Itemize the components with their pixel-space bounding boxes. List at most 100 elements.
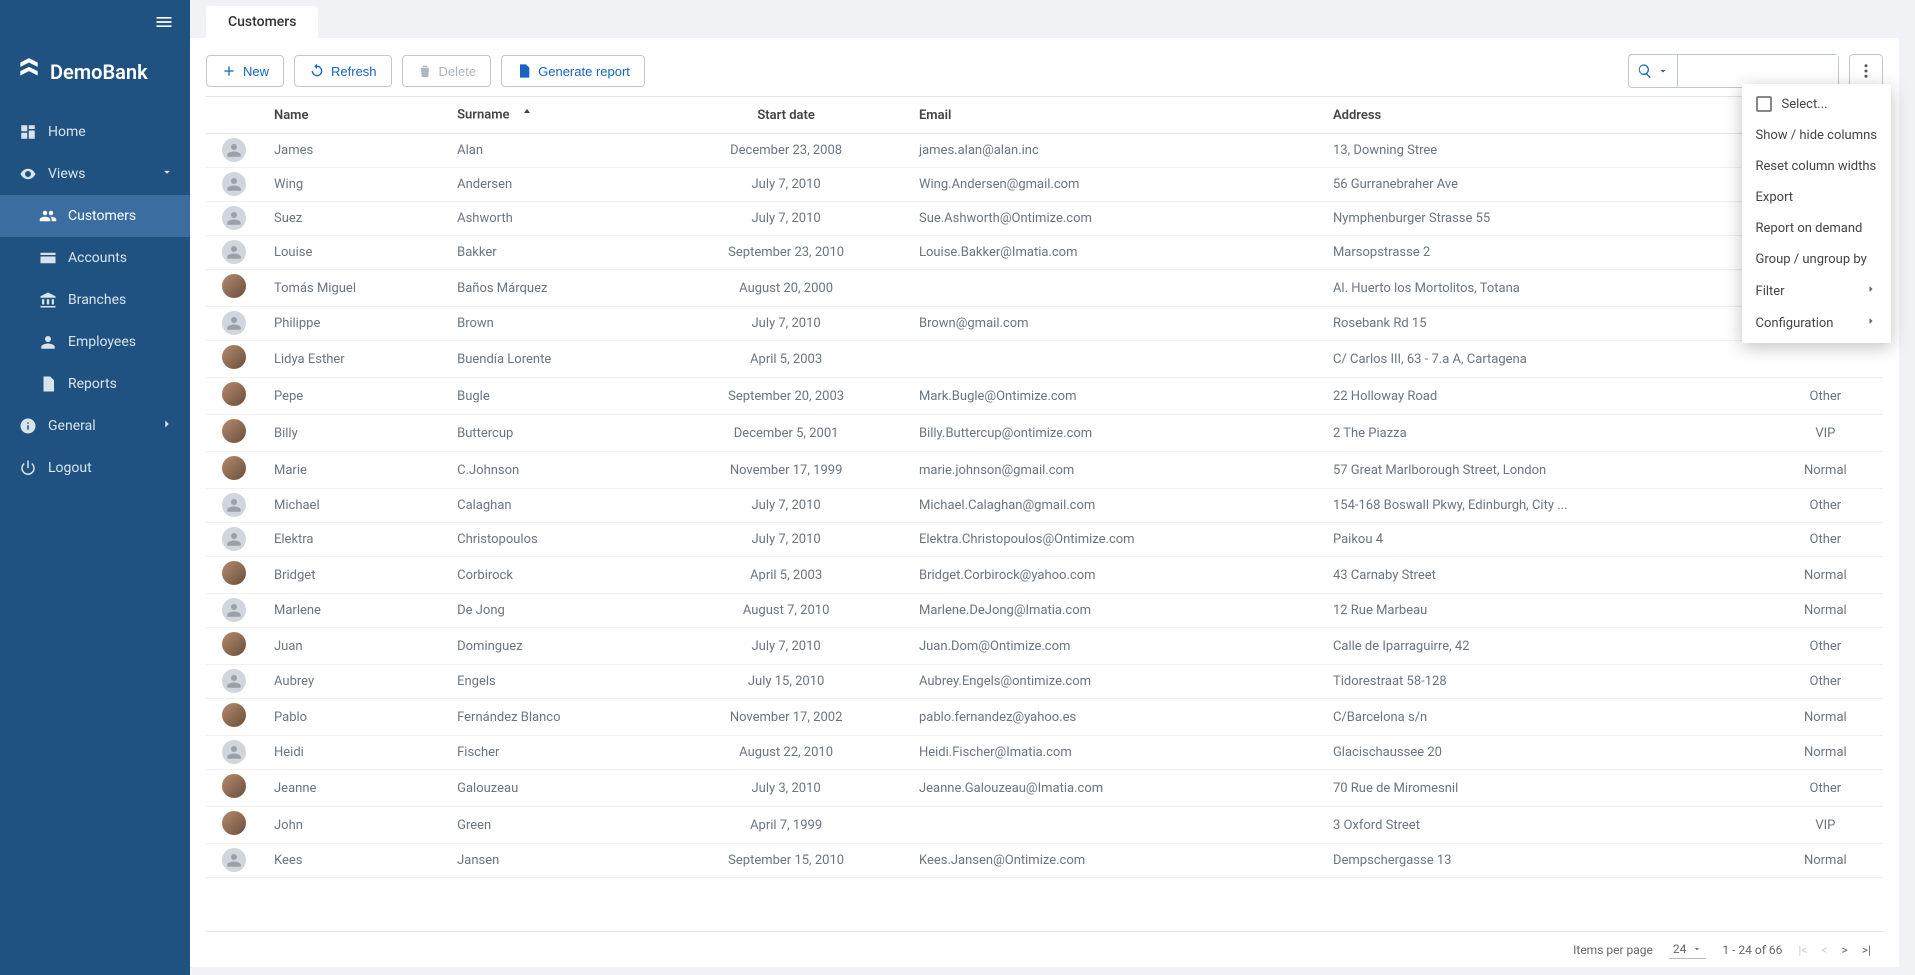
menu-group-ungroup[interactable]: Group / ungroup by [1742, 244, 1891, 275]
cell-avatar [206, 523, 262, 557]
table-row[interactable]: JuanDominguezJuly 7, 2010Juan.Dom@Ontimi… [206, 628, 1883, 665]
cell-email: Kees.Jansen@Ontimize.com [907, 844, 1321, 878]
table-row[interactable]: JeanneGalouzeauJuly 3, 2010Jeanne.Galouz… [206, 770, 1883, 807]
avatar-icon [222, 703, 246, 727]
table-row[interactable]: MarleneDe JongAugust 7, 2010Marlene.DeJo… [206, 594, 1883, 628]
sidebar-item-accounts[interactable]: Accounts [0, 237, 190, 279]
cell-avatar [206, 665, 262, 699]
table-row[interactable]: ElektraChristopoulosJuly 7, 2010Elektra.… [206, 523, 1883, 557]
people-icon [36, 207, 60, 225]
table-row[interactable]: AubreyEngelsJuly 15, 2010Aubrey.Engels@o… [206, 665, 1883, 699]
refresh-button[interactable]: Refresh [294, 55, 392, 87]
cell-avatar [206, 557, 262, 594]
menu-report-demand[interactable]: Report on demand [1742, 213, 1891, 244]
sidebar-item-views[interactable]: Views [0, 153, 190, 195]
table-row[interactable]: MarieC.JohnsonNovember 17, 1999marie.joh… [206, 452, 1883, 489]
cell-startdate: September 15, 2010 [665, 844, 907, 878]
menu-select[interactable]: Select... [1742, 88, 1891, 120]
avatar-icon [222, 240, 246, 264]
new-button[interactable]: New [206, 55, 284, 87]
sidebar: DemoBank Home Views Customers Accounts [0, 0, 190, 975]
search-mode-toggle[interactable] [1629, 55, 1678, 87]
prev-page-button[interactable]: < [1821, 943, 1827, 957]
cell-surname: Corbirock [445, 557, 665, 594]
first-page-button[interactable]: |< [1798, 943, 1807, 957]
page-size-select[interactable]: 24 [1669, 940, 1707, 959]
sidebar-item-general[interactable]: General [0, 405, 190, 447]
cell-email: marie.johnson@gmail.com [907, 452, 1321, 489]
cell-name: Philippe [262, 307, 445, 341]
cell-name: Marlene [262, 594, 445, 628]
table-row[interactable]: KeesJansenSeptember 15, 2010Kees.Jansen@… [206, 844, 1883, 878]
menu-export[interactable]: Export [1742, 182, 1891, 213]
cell-name: Louise [262, 236, 445, 270]
cell-surname: Buttercup [445, 415, 665, 452]
avatar-icon [222, 382, 246, 406]
sidebar-item-reports[interactable]: Reports [0, 363, 190, 405]
cell-avatar [206, 452, 262, 489]
menu-configuration[interactable]: Configuration [1742, 307, 1891, 339]
cell-email [907, 341, 1321, 378]
menu-toggle-icon[interactable] [154, 12, 174, 36]
eye-icon [16, 165, 40, 183]
table-row[interactable]: Lidya EstherBuendía LorenteApril 5, 2003… [206, 341, 1883, 378]
table-row[interactable]: Tomás MiguelBaños MárquezAugust 20, 2000… [206, 270, 1883, 307]
cell-surname: Christopoulos [445, 523, 665, 557]
table-row[interactable]: HeidiFischerAugust 22, 2010Heidi.Fischer… [206, 736, 1883, 770]
sidebar-item-employees[interactable]: Employees [0, 321, 190, 363]
table-row[interactable]: MichaelCalaghanJuly 7, 2010Michael.Calag… [206, 489, 1883, 523]
menu-showhide-columns[interactable]: Show / hide columns [1742, 120, 1891, 151]
info-icon [16, 417, 40, 435]
column-startdate[interactable]: Start date [665, 97, 907, 134]
table-row[interactable]: JamesAlanDecember 23, 2008james.alan@ala… [206, 134, 1883, 168]
cell-avatar [206, 594, 262, 628]
chevron-right-icon [1865, 315, 1877, 331]
table-row[interactable]: LouiseBakkerSeptember 23, 2010Louise.Bak… [206, 236, 1883, 270]
table-row[interactable]: BillyButtercupDecember 5, 2001Billy.Butt… [206, 415, 1883, 452]
table-row[interactable]: SuezAshworthJuly 7, 2010Sue.Ashworth@Ont… [206, 202, 1883, 236]
table-row[interactable]: PepeBugleSeptember 20, 2003Mark.Bugle@On… [206, 378, 1883, 415]
more-options-button[interactable] [1849, 54, 1883, 88]
column-avatar [206, 97, 262, 134]
sidebar-item-branches[interactable]: Branches [0, 279, 190, 321]
trash-icon [417, 63, 433, 79]
cell-name: Pepe [262, 378, 445, 415]
table-row[interactable]: PabloFernández BlancoNovember 17, 2002pa… [206, 699, 1883, 736]
toolbar: New Refresh Delete Generate report [206, 54, 1883, 88]
column-name[interactable]: Name [262, 97, 445, 134]
avatar-icon [222, 419, 246, 443]
menu-filter[interactable]: Filter [1742, 275, 1891, 307]
cell-type: Other [1768, 378, 1883, 415]
cell-name: Elektra [262, 523, 445, 557]
search-input[interactable] [1678, 55, 1838, 87]
last-page-button[interactable]: >| [1862, 943, 1871, 957]
menu-label: Select... [1782, 97, 1828, 112]
tab-customers[interactable]: Customers [206, 6, 318, 38]
sidebar-item-logout[interactable]: Logout [0, 447, 190, 489]
column-email[interactable]: Email [907, 97, 1321, 134]
generate-report-button[interactable]: Generate report [501, 55, 645, 87]
menu-reset-widths[interactable]: Reset column widths [1742, 151, 1891, 182]
cell-email [907, 807, 1321, 844]
column-address[interactable]: Address [1321, 97, 1768, 134]
sidebar-item-customers[interactable]: Customers [0, 195, 190, 237]
table-row[interactable]: JohnGreenApril 7, 19993 Oxford StreetVIP [206, 807, 1883, 844]
cell-name: Billy [262, 415, 445, 452]
person-icon [36, 333, 60, 351]
cell-email: Michael.Calaghan@gmail.com [907, 489, 1321, 523]
avatar-icon [222, 774, 246, 798]
brand-name: DemoBank [50, 60, 148, 84]
cell-startdate: July 7, 2010 [665, 489, 907, 523]
sidebar-item-home[interactable]: Home [0, 111, 190, 153]
cell-email: Louise.Bakker@Imatia.com [907, 236, 1321, 270]
customers-table[interactable]: Name Surname Start date Email Address Ty… [206, 96, 1883, 931]
nav-label: Reports [68, 376, 117, 392]
next-page-button[interactable]: > [1842, 943, 1848, 957]
table-row[interactable]: WingAndersenJuly 7, 2010Wing.Andersen@gm… [206, 168, 1883, 202]
cell-address: 13, Downing Stree [1321, 134, 1768, 168]
table-row[interactable]: PhilippeBrownJuly 7, 2010Brown@gmail.com… [206, 307, 1883, 341]
table-row[interactable]: BridgetCorbirockApril 5, 2003Bridget.Cor… [206, 557, 1883, 594]
column-surname[interactable]: Surname [445, 97, 665, 134]
cell-email: Brown@gmail.com [907, 307, 1321, 341]
cell-email: Elektra.Christopoulos@Ontimize.com [907, 523, 1321, 557]
